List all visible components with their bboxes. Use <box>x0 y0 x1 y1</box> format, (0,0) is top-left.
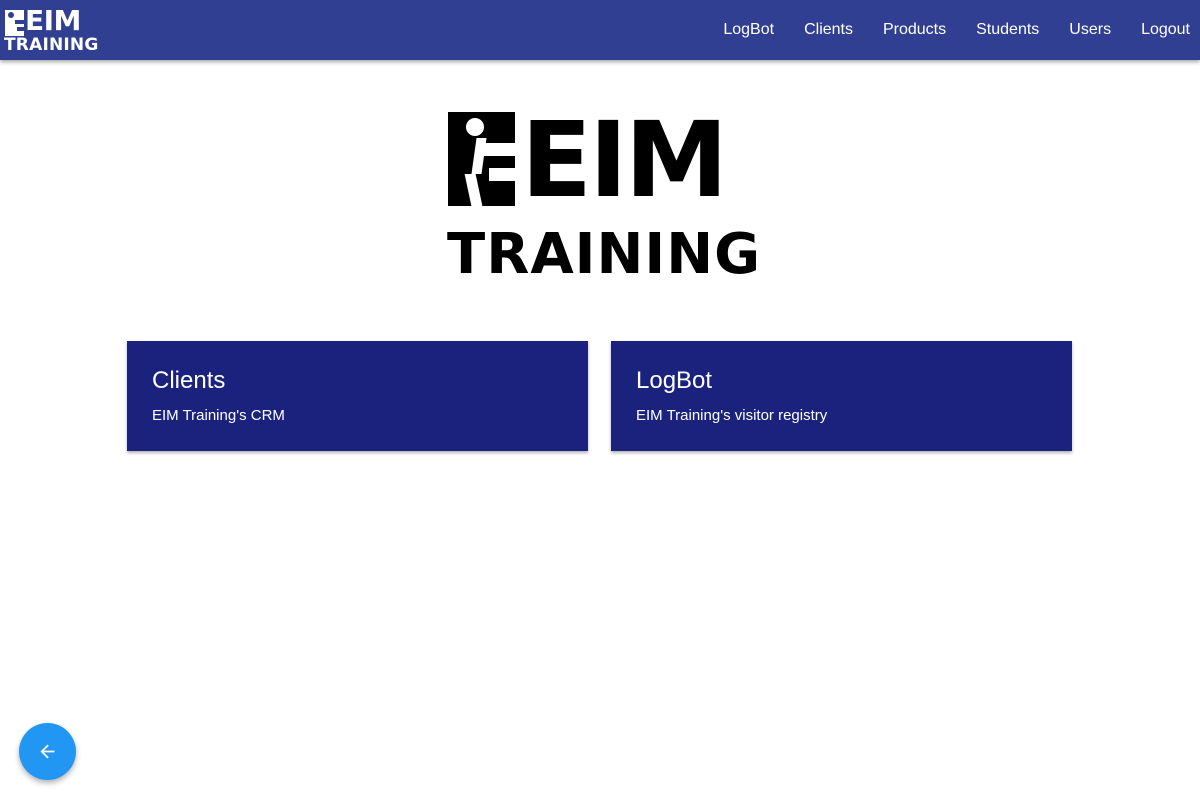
card-title: LogBot <box>636 367 713 394</box>
nav-link-students[interactable]: Students <box>961 21 1054 39</box>
eim-person-logo-icon <box>448 112 515 206</box>
nav-links: LogBot Clients Products Students Users L… <box>708 0 1190 60</box>
hero-logo-training-text: TRAINING <box>447 222 762 287</box>
card-subtitle: EIM Training's CRM <box>152 407 285 424</box>
nav-link-logbot[interactable]: LogBot <box>708 21 789 39</box>
card-title: Clients <box>152 367 226 394</box>
nav-link-users[interactable]: Users <box>1054 21 1126 39</box>
hero-logo-eim-text: EIM <box>521 99 728 221</box>
nav-link-logout[interactable]: Logout <box>1126 21 1190 39</box>
logbot-card[interactable]: LogBot EIM Training's visitor registry <box>611 341 1072 451</box>
eim-person-logo-icon <box>5 10 24 36</box>
clients-card[interactable]: Clients EIM Training's CRM <box>127 341 588 451</box>
card-subtitle: EIM Training's visitor registry <box>636 407 828 424</box>
nav-logo[interactable]: EIM TRAINING <box>4 4 98 55</box>
hero-logo: EIM TRAINING <box>447 100 760 287</box>
nav-link-products[interactable]: Products <box>868 21 961 39</box>
arrow-left-icon <box>40 744 55 759</box>
nav-logo-eim-text: EIM <box>25 4 81 37</box>
nav-link-clients[interactable]: Clients <box>789 21 868 39</box>
nav-logo-training-text: TRAINING <box>4 35 99 55</box>
top-navbar: EIM TRAINING LogBot Clients Products Stu… <box>0 0 1200 60</box>
back-button[interactable] <box>19 723 76 780</box>
